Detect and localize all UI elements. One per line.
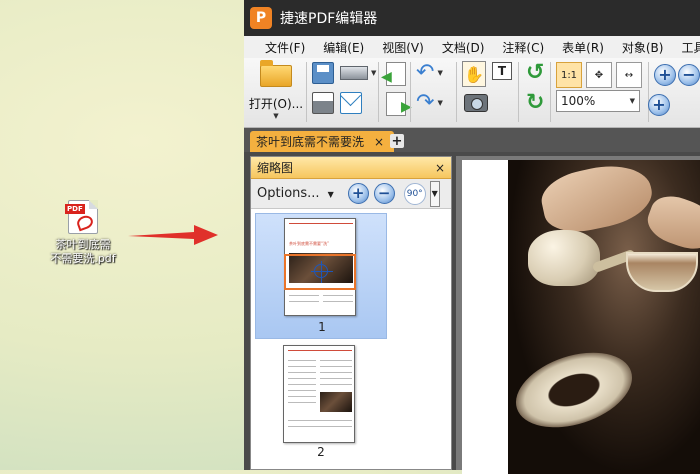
panel-title: 缩略图: [257, 161, 294, 175]
fit-width-icon[interactable]: ↔: [616, 62, 642, 88]
rotate-left-icon[interactable]: ↺: [526, 60, 544, 85]
file-label-line2: 不需要洗.pdf: [50, 252, 116, 265]
open-label: 打开(O)...: [248, 96, 304, 111]
menu-tools[interactable]: 工具(T): [672, 39, 700, 56]
thumb1-title: 茶叶到底需不需要“洗”: [289, 241, 330, 246]
insert-page-icon[interactable]: ◀: [381, 62, 406, 86]
thumbnail-page-2: [283, 345, 355, 443]
panel-header: 缩略图 ×: [251, 157, 451, 179]
chevron-down-icon: ▼: [327, 190, 334, 199]
zoom-value: 100%: [561, 94, 596, 108]
menu-file[interactable]: 文件(F): [256, 39, 314, 56]
chevron-down-icon: ▼: [629, 97, 635, 105]
save-icon[interactable]: [312, 62, 334, 84]
window-title: 捷速PDF编辑器: [280, 11, 378, 27]
menu-bar: 文件(F) 编辑(E) 视图(V) 文档(D) 注释(C) 表单(R) 对象(B…: [244, 36, 700, 58]
thumbnail-panel: 缩略图 × Options... ▼ + − 90° ▼ 茶叶到底需不需要“洗”: [250, 156, 452, 470]
actual-size-button[interactable]: 1:1: [556, 62, 582, 88]
redo-icon[interactable]: ↷: [416, 90, 434, 115]
snapshot-icon[interactable]: [464, 94, 488, 112]
chevron-down-icon: ▼: [273, 111, 279, 120]
tab-label: 茶叶到底需不需要洗: [256, 135, 365, 149]
panel-close-icon[interactable]: ×: [435, 161, 445, 175]
new-tab-button[interactable]: +: [390, 134, 404, 148]
app-logo-icon: P: [250, 7, 272, 29]
menu-comment[interactable]: 注释(C): [493, 39, 553, 56]
extract-page-icon[interactable]: ▶: [386, 92, 412, 116]
rotate-dropdown[interactable]: ▼: [429, 180, 440, 207]
options-dropdown[interactable]: Options... ▼: [257, 186, 334, 201]
folder-icon: [260, 59, 292, 87]
document-page: [462, 160, 700, 474]
page-thumbnail-2[interactable]: 2: [255, 343, 387, 469]
tab-close-icon[interactable]: ×: [374, 135, 384, 149]
print-icon[interactable]: [312, 92, 334, 114]
zoom-select[interactable]: 100% ▼: [556, 90, 640, 112]
title-bar: P 捷速PDF编辑器: [244, 0, 700, 36]
open-button[interactable]: 打开(O)... ▼: [248, 59, 304, 124]
shrink-thumbnails-icon[interactable]: −: [373, 183, 395, 204]
marquee-zoom-icon[interactable]: +: [654, 64, 676, 86]
document-tab-strip: 茶叶到底需不需要洗 × +: [244, 128, 700, 152]
tea-photo: [508, 160, 700, 474]
enlarge-thumbnails-icon[interactable]: +: [347, 183, 369, 204]
rotate-label: 90°: [406, 188, 423, 199]
hand-tool-icon[interactable]: ✋: [462, 61, 486, 87]
desktop-pdf-file[interactable]: PDF 茶叶到底需 不需要洗.pdf: [44, 200, 122, 266]
options-label: Options...: [257, 186, 320, 201]
file-label-line1: 茶叶到底需: [55, 238, 111, 251]
menu-view[interactable]: 视图(V): [373, 39, 433, 56]
pdf-editor-window: P 捷速PDF编辑器 文件(F) 编辑(E) 视图(V) 文档(D) 注释(C)…: [244, 0, 700, 474]
zoom-in-icon[interactable]: +: [648, 94, 670, 116]
page-thumbnail-1[interactable]: 茶叶到底需不需要“洗” 1: [255, 213, 387, 339]
page-number-2: 2: [317, 445, 325, 459]
undo-icon[interactable]: ↶: [416, 60, 434, 85]
panel-toolbar: Options... ▼ + − 90° ▼: [251, 179, 451, 209]
rotate-right-icon[interactable]: ↻: [526, 90, 544, 115]
crosshair-icon: [311, 261, 333, 283]
fit-page-icon[interactable]: ✥: [586, 62, 612, 88]
tab-document[interactable]: 茶叶到底需不需要洗 ×: [250, 131, 395, 152]
menu-edit[interactable]: 编辑(E): [314, 39, 373, 56]
document-view[interactable]: [456, 156, 700, 474]
red-arrow-icon: [128, 225, 218, 245]
pdf-file-icon: PDF: [65, 200, 98, 234]
zoom-out-icon[interactable]: −: [678, 64, 700, 86]
rotate-page-button[interactable]: 90°: [403, 182, 426, 205]
menu-document[interactable]: 文档(D): [433, 39, 494, 56]
menu-form[interactable]: 表单(R): [553, 39, 613, 56]
menu-object[interactable]: 对象(B): [613, 39, 673, 56]
scan-icon[interactable]: [340, 66, 368, 80]
text-select-icon[interactable]: T: [492, 62, 512, 80]
page-number-1: 1: [318, 320, 326, 334]
email-icon[interactable]: [340, 92, 362, 114]
